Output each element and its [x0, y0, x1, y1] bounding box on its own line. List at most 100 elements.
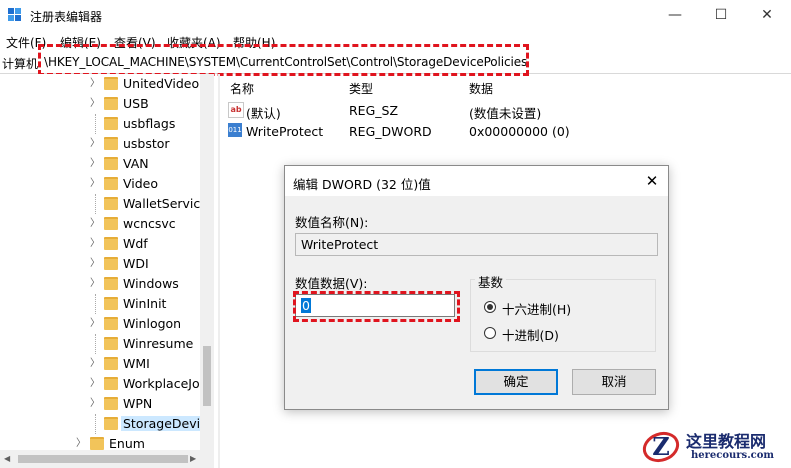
tree-item[interactable]: 〉 WPN: [0, 394, 200, 414]
tree-item[interactable]: 〉 WMI: [0, 354, 200, 374]
tree-item[interactable]: 〉 Wdf: [0, 234, 200, 254]
value-name-field: WriteProtect: [295, 233, 658, 256]
tree-pane[interactable]: 〉 UnitedVideo 〉 USB usbflags 〉 usbstor 〉 VAN…: [0, 74, 214, 468]
dialog-title-bar: 编辑 DWORD (32 位)值 ✕: [285, 166, 668, 196]
chevron-right-icon[interactable]: 〉: [90, 358, 100, 370]
folder-icon: [104, 337, 118, 350]
chevron-right-icon[interactable]: 〉: [90, 258, 100, 270]
chevron-right-icon[interactable]: 〉: [90, 278, 100, 290]
folder-icon: [104, 377, 118, 390]
chevron-right-icon[interactable]: 〉: [90, 378, 100, 390]
menu-favorites[interactable]: 收藏夹(A): [167, 34, 221, 51]
value-name: WriteProtect: [246, 124, 324, 139]
tree-item-label: WinInit: [123, 296, 167, 311]
tree-item-label: WPN: [123, 396, 153, 411]
radio-unchecked-icon[interactable]: [484, 327, 496, 339]
address-bar[interactable]: 计算机 \HKEY_LOCAL_MACHINE\SYSTEM\CurrentCo…: [0, 51, 791, 74]
tree-connector: [95, 114, 96, 134]
tree-item[interactable]: Winresume: [0, 334, 200, 354]
tree-item-label: usbstor: [123, 136, 170, 151]
svg-text:Z: Z: [652, 432, 670, 461]
tree-connector: [95, 194, 96, 214]
tree-item[interactable]: 〉 Video: [0, 174, 200, 194]
watermark: Z 这里教程网 herecours.com: [636, 426, 791, 468]
chevron-right-icon[interactable]: 〉: [90, 158, 100, 170]
column-type-header[interactable]: 类型: [349, 80, 373, 97]
tree-item-label: wcncsvc: [123, 216, 176, 231]
tree-item-label: VAN: [123, 156, 149, 171]
chevron-right-icon[interactable]: 〉: [90, 98, 100, 110]
folder-icon: [104, 97, 118, 110]
watermark-logo-icon: Z: [642, 431, 680, 463]
column-data-header[interactable]: 数据: [469, 80, 493, 97]
tree-item[interactable]: WalletService: [0, 194, 208, 214]
scroll-left-icon[interactable]: ◀: [4, 454, 10, 463]
menu-help[interactable]: 帮助(H): [233, 34, 275, 51]
address-path[interactable]: \HKEY_LOCAL_MACHINE\SYSTEM\CurrentContro…: [44, 55, 527, 69]
watermark-brand: 这里教程网: [686, 432, 767, 451]
minimize-button[interactable]: —: [652, 0, 698, 30]
chevron-right-icon[interactable]: 〉: [90, 238, 100, 250]
tree-item-label: Wdf: [123, 236, 148, 251]
folder-icon: [90, 437, 104, 450]
menu-view[interactable]: 查看(V): [114, 34, 156, 51]
maximize-button[interactable]: ☐: [698, 0, 744, 30]
tree-item[interactable]: 〉 VAN: [0, 154, 200, 174]
watermark-url: herecours.com: [691, 450, 775, 461]
radio-checked-icon[interactable]: [484, 301, 496, 313]
tree-connector: [95, 414, 96, 434]
radio-decimal-label: 十进制(D): [502, 328, 559, 343]
folder-icon: [104, 77, 118, 90]
chevron-right-icon[interactable]: 〉: [76, 438, 86, 450]
chevron-right-icon[interactable]: 〉: [90, 78, 100, 90]
chevron-right-icon[interactable]: 〉: [90, 138, 100, 150]
string-value-icon: ab: [228, 102, 244, 118]
menu-bar: 文件(F) 编辑(E) 查看(V) 收藏夹(A) 帮助(H): [0, 31, 791, 51]
tree-item[interactable]: 〉 usbstor: [0, 134, 200, 154]
dialog-close-button[interactable]: ✕: [640, 170, 664, 192]
tree-item[interactable]: 〉 Windows: [0, 274, 200, 294]
chevron-right-icon[interactable]: 〉: [90, 398, 100, 410]
tree-connector: [95, 294, 96, 314]
tree-item-label: StorageDevic: [121, 416, 209, 431]
tree-item[interactable]: 〉 UnitedVideo: [0, 74, 200, 94]
tree-item-label: Video: [123, 176, 159, 191]
folder-icon: [104, 257, 118, 270]
tree-vertical-scroll-thumb[interactable]: [203, 346, 211, 406]
value-data-field[interactable]: 0: [295, 294, 455, 317]
column-name-header[interactable]: 名称: [230, 80, 254, 97]
tree-horizontal-scroll-thumb[interactable]: [18, 455, 188, 463]
value-row[interactable]: 011 WriteProtect REG_DWORD 0x00000000 (0…: [220, 121, 791, 141]
tree-item-label: Enum: [109, 436, 145, 451]
chevron-right-icon[interactable]: 〉: [90, 178, 100, 190]
value-data-text: 0: [301, 298, 311, 313]
list-header: 名称 类型 数据: [220, 76, 791, 98]
binary-value-icon: 011: [228, 123, 242, 137]
tree-item[interactable]: 〉 WorkplaceJo: [0, 374, 200, 394]
tree-item-label: Winlogon: [123, 316, 182, 331]
value-name-text: WriteProtect: [301, 237, 379, 252]
chevron-right-icon[interactable]: 〉: [90, 218, 100, 230]
tree-item[interactable]: usbflags: [0, 114, 200, 134]
tree-item[interactable]: 〉 wcncsvc: [0, 214, 200, 234]
scroll-right-icon[interactable]: ▶: [190, 454, 196, 463]
dialog-title: 编辑 DWORD (32 位)值: [293, 177, 431, 192]
tree-item[interactable]: 〉 USB: [0, 94, 200, 114]
menu-edit[interactable]: 编辑(E): [60, 34, 101, 51]
value-data: (数值未设置): [469, 106, 542, 121]
edit-dword-dialog: 编辑 DWORD (32 位)值 ✕ 数值名称(N): WriteProtect…: [284, 165, 669, 410]
tree-item-label: USB: [123, 96, 149, 111]
ok-button[interactable]: 确定: [474, 369, 558, 395]
tree-item[interactable]: 〉 Winlogon: [0, 314, 200, 334]
tree-item[interactable]: WinInit: [0, 294, 200, 314]
folder-icon: [104, 157, 118, 170]
chevron-right-icon[interactable]: 〉: [90, 318, 100, 330]
tree-item-selected[interactable]: StorageDevic: [0, 414, 209, 434]
close-button[interactable]: ✕: [744, 0, 790, 30]
cancel-button[interactable]: 取消: [572, 369, 656, 395]
folder-icon: [104, 217, 118, 230]
menu-file[interactable]: 文件(F): [6, 34, 46, 51]
value-type: REG_DWORD: [349, 124, 432, 139]
value-row[interactable]: ab (默认) REG_SZ (数值未设置): [220, 100, 791, 121]
tree-item[interactable]: 〉 WDI: [0, 254, 200, 274]
